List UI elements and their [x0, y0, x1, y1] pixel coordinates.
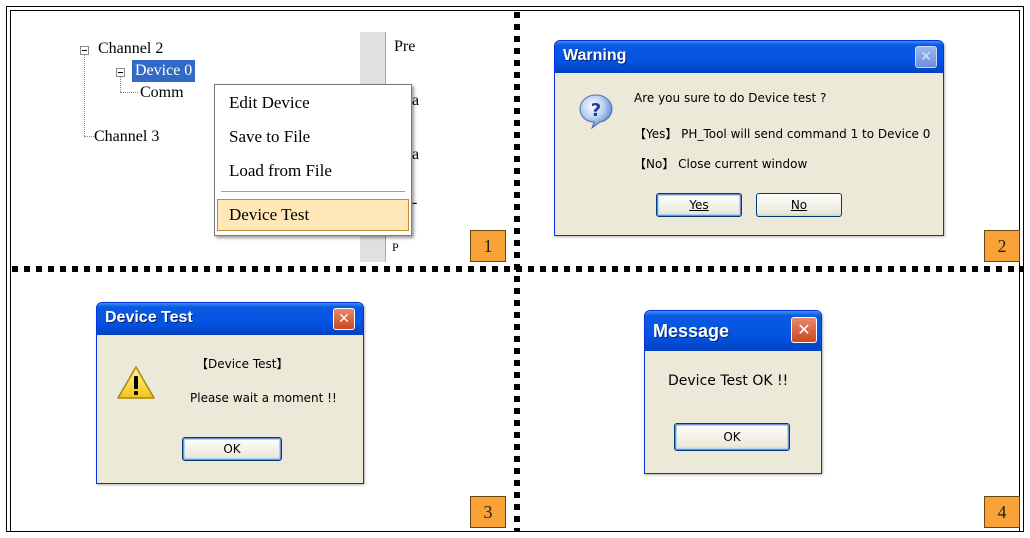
yes-button[interactable]: Yes: [656, 193, 742, 217]
title-bar: Warning ✕: [555, 41, 943, 73]
dialog-body: 【Device Test】 Please wait a moment !! OK: [100, 335, 360, 480]
warning-icon: [117, 366, 155, 399]
panel-number-badge: 3: [470, 496, 506, 528]
horizontal-divider: [12, 266, 1024, 272]
dialog-title: Message: [653, 321, 730, 341]
menu-item-edit-device[interactable]: Edit Device: [229, 89, 310, 117]
menu-separator: [221, 191, 405, 193]
ok-button[interactable]: OK: [182, 437, 282, 461]
close-icon[interactable]: ✕: [791, 317, 817, 343]
dialog-question: Are you sure to do Device test ?: [634, 91, 827, 105]
close-icon[interactable]: ✕: [915, 46, 937, 68]
dialog-message: Please wait a moment !!: [190, 391, 337, 405]
right-pane-fragment: a: [412, 146, 420, 163]
tree-item-comm[interactable]: Comm: [140, 82, 184, 104]
svg-text:?: ?: [591, 100, 601, 121]
dialog-title: Warning: [563, 47, 627, 64]
close-icon[interactable]: ✕: [333, 308, 355, 330]
panel-number-badge: 1: [470, 230, 506, 262]
collapse-icon[interactable]: [80, 46, 89, 55]
tree-item-device0[interactable]: Device 0: [132, 60, 196, 82]
title-bar: Device Test ✕: [97, 303, 363, 335]
dialog-message: Device Test OK !!: [668, 373, 789, 389]
right-pane-fragment: a: [412, 92, 420, 109]
context-menu: Edit Device Save to File Load from File …: [214, 84, 412, 236]
dialog-body: ? Are you sure to do Device test ? 【Yes】…: [558, 73, 940, 232]
tree-item-channel3[interactable]: Channel 3: [94, 126, 159, 148]
right-pane-text: Pre: [394, 38, 416, 55]
ok-button[interactable]: OK: [674, 423, 790, 451]
panel-number-badge: 4: [984, 496, 1020, 528]
yes-description: 【Yes】 PH_Tool will send command 1 to Dev…: [634, 127, 931, 141]
dialog-heading: 【Device Test】: [196, 357, 289, 371]
warning-dialog: Warning ✕ ? Are you sure to do Device te…: [554, 40, 944, 236]
right-pane-fragment: -: [412, 194, 418, 211]
message-dialog: Message ✕ Device Test OK !! OK: [644, 310, 822, 474]
dialog-title: Device Test: [105, 309, 193, 326]
panel-number-badge: 2: [984, 230, 1020, 262]
vertical-divider: [514, 12, 520, 532]
question-icon: ?: [579, 94, 613, 129]
no-button[interactable]: No: [756, 193, 842, 217]
device-test-dialog: Device Test ✕ 【Device Test】 Please wait …: [96, 302, 364, 484]
title-bar: Message ✕: [645, 311, 821, 351]
right-pane-fragment: P: [392, 240, 399, 254]
no-description: 【No】 Close current window: [634, 157, 808, 171]
menu-item-save-to-file[interactable]: Save to File: [229, 123, 310, 151]
collapse-icon[interactable]: [116, 68, 125, 77]
menu-item-device-test[interactable]: Device Test: [229, 201, 309, 229]
tree-item-channel2[interactable]: Channel 2: [98, 38, 163, 60]
dialog-body: Device Test OK !! OK: [648, 351, 818, 470]
menu-item-load-from-file[interactable]: Load from File: [229, 157, 332, 185]
